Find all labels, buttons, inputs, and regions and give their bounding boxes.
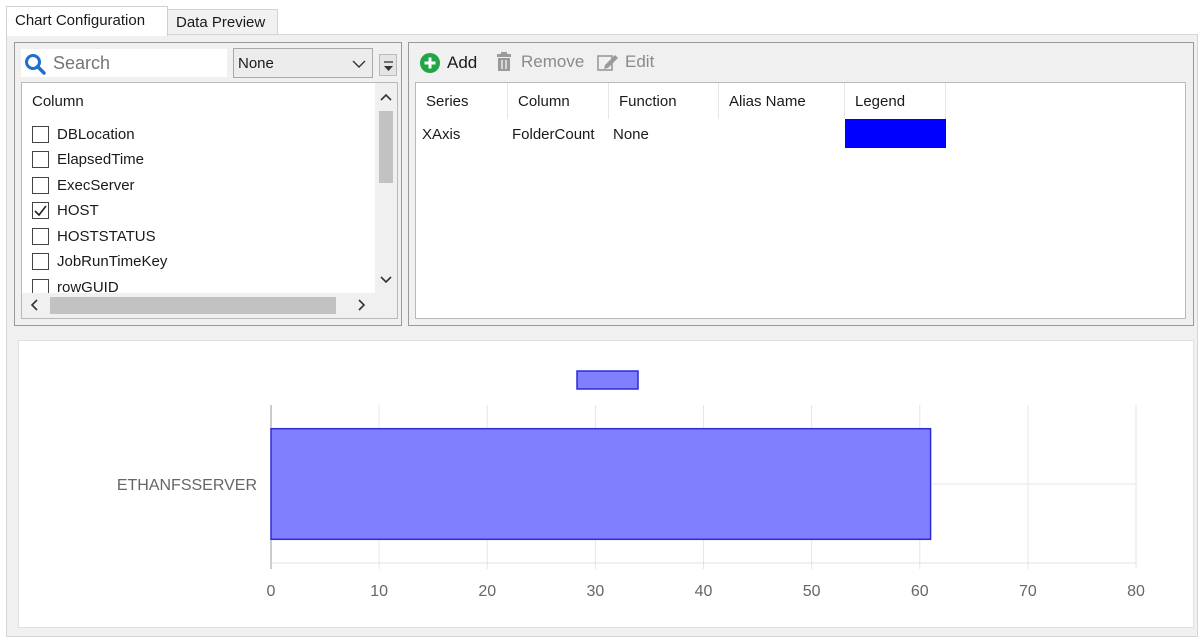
list-item-label: ElapsedTime <box>57 151 144 168</box>
scroll-up-icon[interactable] <box>380 93 392 101</box>
checkbox[interactable] <box>32 151 49 168</box>
x-tick-label: 20 <box>478 583 496 600</box>
list-item[interactable]: ElapsedTime <box>32 148 144 172</box>
y-category-label: ETHANFSSERVER <box>117 477 257 494</box>
bar-chart: 0 10 20 30 40 50 60 70 80 ETHANFSSERVER <box>117 370 1145 600</box>
legend-color-swatch[interactable] <box>845 119 946 148</box>
search-icon <box>25 54 46 75</box>
x-tick-label: 30 <box>586 583 604 600</box>
check-icon <box>34 205 47 217</box>
scroll-left-icon[interactable] <box>30 299 38 311</box>
trash-icon <box>497 52 511 71</box>
checkbox[interactable] <box>32 125 49 143</box>
series-cell: XAxis <box>422 125 461 143</box>
list-item-label: JobRunTimeKey <box>57 253 168 270</box>
list-item-label: ExecServer <box>57 176 135 194</box>
column-selector-panel: None Column DBLocation ElapsedTime ExecSer… <box>14 42 402 326</box>
scroll-right-icon[interactable] <box>358 299 366 311</box>
menu-down-icon <box>384 61 393 71</box>
chart-area: 0 10 20 30 40 50 60 70 80 ETHANFSSERVER <box>18 340 1194 628</box>
tab-chart-configuration[interactable]: Chart Configuration <box>6 6 168 36</box>
checkbox[interactable] <box>32 227 49 245</box>
bar-ethanfsserver[interactable] <box>270 427 932 541</box>
tab-data-preview-label: Data Preview <box>176 14 266 31</box>
checkbox[interactable] <box>32 176 49 194</box>
remove-button-label: Remove <box>521 52 585 71</box>
add-icon <box>420 53 440 73</box>
search-input[interactable] <box>51 51 223 75</box>
list-item-label: HOSTSTATUS <box>57 227 156 245</box>
column-list-header: Column <box>32 93 84 110</box>
x-tick-label: 0 <box>267 583 276 600</box>
x-tick-label: 80 <box>1127 583 1145 600</box>
column-header[interactable]: Column <box>508 83 609 119</box>
list-item-label: DBLocation <box>57 125 135 143</box>
chevron-down-icon <box>352 60 366 68</box>
add-button-label: Add <box>447 53 478 72</box>
column-list: Column DBLocation ElapsedTime ExecServer HO… <box>21 82 398 319</box>
alias-name-header[interactable]: Alias Name <box>719 83 845 119</box>
list-item[interactable]: JobRunTimeKey <box>32 250 167 274</box>
x-tick-label: 70 <box>1019 583 1037 600</box>
list-item[interactable]: DBLocation <box>32 122 135 146</box>
edit-button[interactable]: Edit <box>597 52 654 72</box>
list-item[interactable]: HOSTSTATUS <box>32 224 156 248</box>
vertical-scrollbar[interactable] <box>375 83 397 293</box>
function-cell: None <box>613 125 649 143</box>
list-options-button[interactable] <box>379 54 397 76</box>
function-header[interactable]: Function <box>609 83 719 119</box>
horizontal-scroll-thumb[interactable] <box>50 297 336 314</box>
legend-swatch[interactable] <box>576 370 639 390</box>
scroll-down-icon[interactable] <box>380 275 392 283</box>
x-tick-label: 10 <box>370 583 388 600</box>
add-button[interactable]: Add <box>419 52 477 74</box>
horizontal-scrollbar[interactable] <box>22 293 397 318</box>
search-field[interactable] <box>21 49 227 77</box>
table-row[interactable]: XAxis FolderCount None <box>416 119 1187 149</box>
edit-icon <box>597 55 618 71</box>
checkbox[interactable] <box>32 253 49 270</box>
tab-chart-configuration-label: Chart Configuration <box>15 12 146 29</box>
list-item[interactable]: ExecServer <box>32 173 135 197</box>
legend-header[interactable]: Legend <box>845 83 946 119</box>
checkbox-checked[interactable] <box>32 202 49 219</box>
x-tick-label: 40 <box>695 583 713 600</box>
remove-button[interactable]: Remove <box>495 52 584 72</box>
vertical-scroll-thumb[interactable] <box>379 111 393 183</box>
list-item-label: HOST <box>57 202 99 219</box>
series-header[interactable]: Series <box>416 83 508 119</box>
filter-combo-value: None <box>238 55 274 72</box>
filter-combo[interactable]: None <box>233 48 373 78</box>
x-tick-label: 60 <box>911 583 929 600</box>
tab-data-preview[interactable]: Data Preview <box>167 9 278 35</box>
edit-button-label: Edit <box>625 52 655 71</box>
list-item[interactable]: HOST <box>32 199 99 223</box>
series-panel: Add Remove Edit Series Column Function A… <box>408 42 1194 326</box>
column-cell: FolderCount <box>512 125 595 143</box>
x-tick-label: 50 <box>803 583 821 600</box>
series-table: Series Column Function Alias Name Legend… <box>415 82 1186 319</box>
